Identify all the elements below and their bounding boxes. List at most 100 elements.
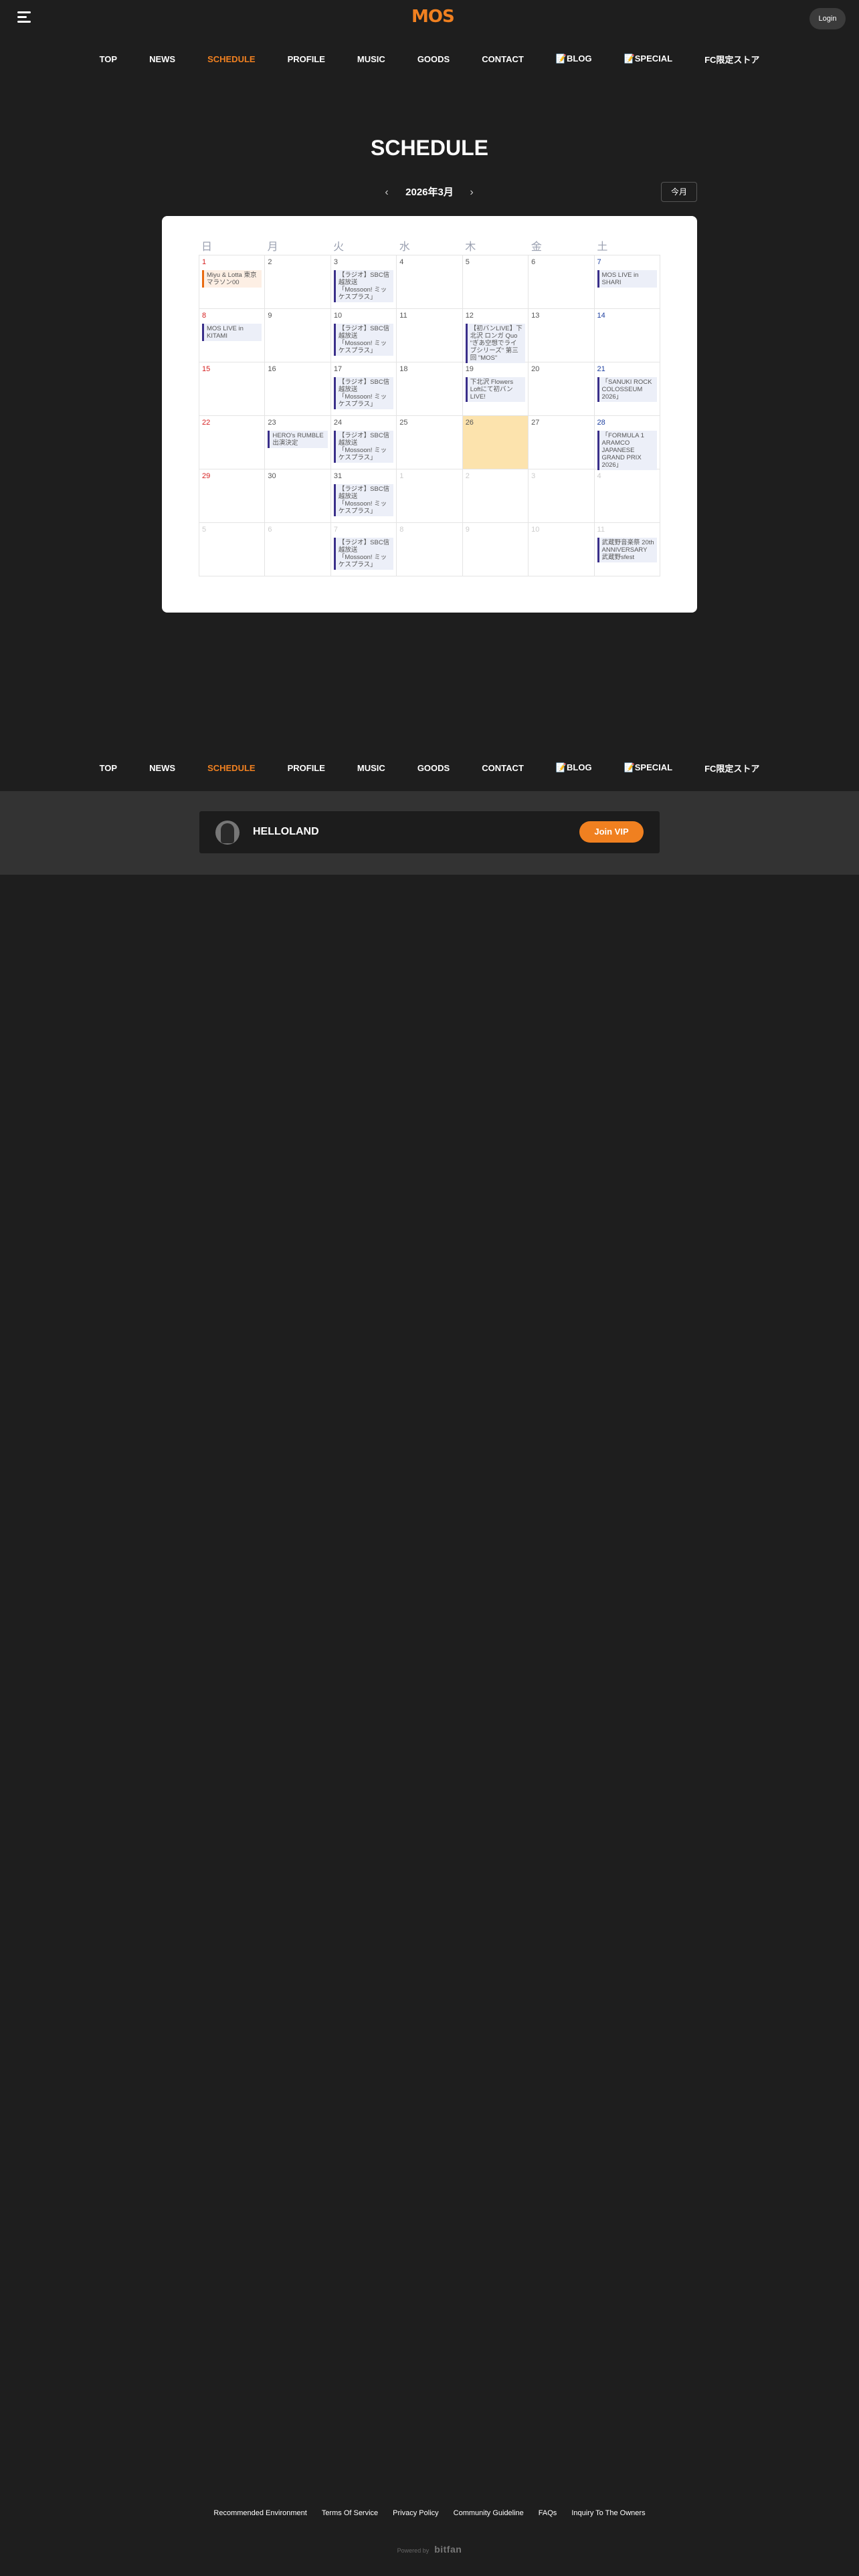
calendar-day[interactable]: 1 Miyu & Lotta 東京マラソン00 [199,255,266,309]
calendar-day[interactable]: 7 MOS LIVE in SHARI [594,255,660,309]
day-number: 8 [202,312,207,320]
nav-item-5[interactable]: GOODS [417,54,450,64]
nav-item-9[interactable]: FC限定ストア [704,53,759,66]
footer-nav: TOP NEWS SCHEDULE PROFILE MUSIC GOODS CONTACT 📝… [0,761,859,774]
prev-month-icon[interactable]: ‹ [379,185,395,201]
calendar-day[interactable]: 19 下北沢 Flowers Loftにて初バンLIVE! [462,362,529,416]
calendar-day[interactable]: 29 [199,469,266,523]
calendar-day[interactable]: 6 [529,255,595,309]
nav-item-7[interactable]: 📝BLOG [556,53,592,64]
calendar-event[interactable]: 【ラジオ】SBC信越放送「Mossoon! ミッケスプラス」 [333,431,394,463]
calendar-event[interactable]: 【ラジオ】SBC信越放送「Mossoon! ミッケスプラス」 [333,538,394,570]
calendar-day[interactable]: 2 [265,255,331,309]
day-number: 24 [333,419,343,427]
calendar-day[interactable]: 20 [529,362,595,416]
calendar-event[interactable]: 「FORMULA 1 ARAMCO JAPANESE GRAND PRIX 20… [597,431,657,470]
hamburger-menu-icon[interactable] [17,9,33,25]
calendar-event[interactable]: HERO's RUMBLE 出演決定 [268,431,328,448]
calendar-day[interactable]: 28 「FORMULA 1 ARAMCO JAPANESE GRAND PRIX … [594,416,660,470]
footer-link-5[interactable]: Inquiry To The Owners [571,2509,645,2517]
calendar-day[interactable]: 3 【ラジオ】SBC信越放送「Mossoon! ミッケスプラス」 [330,255,397,309]
nav-item-6[interactable]: CONTACT [482,54,524,64]
footer-link-2[interactable]: Privacy Policy [393,2509,438,2517]
calendar-day[interactable]: 4 [397,255,463,309]
footer-nav-item-6[interactable]: CONTACT [482,763,524,773]
calendar-day[interactable]: 17 【ラジオ】SBC信越放送「Mossoon! ミッケスプラス」 [330,362,397,416]
calendar-event[interactable]: 【ラジオ】SBC信越放送「Mossoon! ミッケスプラス」 [333,377,394,409]
calendar-day[interactable]: 14 [594,309,660,362]
calendar-day[interactable]: 8 MOS LIVE in KITAMI [199,309,266,362]
calendar-day[interactable]: 3 [529,469,595,523]
day-number: 13 [531,312,540,320]
calendar-day[interactable]: 2 [462,469,529,523]
calendar-event[interactable]: 下北沢 Flowers Loftにて初バンLIVE! [465,377,526,402]
calendar-day[interactable]: 5 [199,523,266,576]
day-number: 14 [597,312,605,320]
nav-item-2[interactable]: SCHEDULE [207,54,256,64]
calendar-day[interactable]: 30 [265,469,331,523]
calendar-day[interactable]: 24 【ラジオ】SBC信越放送「Mossoon! ミッケスプラス」 [330,416,397,469]
footer-nav-item-1[interactable]: NEWS [149,763,175,773]
calendar-event[interactable]: 【初バンLIVE】下北沢 ロンガ Quo "ぎあ空想でライブシリーズ" 第三回 … [465,324,526,363]
footer-nav-item-8[interactable]: 📝SPECIAL [624,762,673,773]
calendar-day[interactable]: 16 [265,362,331,416]
join-vip-button[interactable]: Join VIP [579,821,644,843]
calendar-day[interactable]: 5 [462,255,529,309]
nav-item-4[interactable]: MUSIC [357,54,385,64]
calendar-day[interactable]: 8 [397,523,463,576]
calendar-day[interactable]: 25 [397,416,463,469]
day-number: 5 [202,526,207,534]
nav-item-8[interactable]: 📝SPECIAL [624,53,673,64]
calendar-day[interactable]: 7 【ラジオ】SBC信越放送「Mossoon! ミッケスプラス」 [330,523,397,576]
calendar-day[interactable]: 21 「SANUKI ROCK COLOSSEUM 2026」 [594,362,660,416]
calendar-day[interactable]: 9 [265,309,331,362]
footer-link-3[interactable]: Community Guideline [454,2509,524,2517]
nav-item-1[interactable]: NEWS [149,54,175,64]
calendar-day-today[interactable]: 26 [462,416,529,469]
calendar-day[interactable]: 10 【ラジオ】SBC信越放送「Mossoon! ミッケスプラス」 [330,309,397,362]
footer-nav-item-3[interactable]: PROFILE [288,763,325,773]
calendar-day[interactable]: 4 [594,469,660,523]
calendar-event[interactable]: 「SANUKI ROCK COLOSSEUM 2026」 [597,377,657,402]
calendar-event[interactable]: 【ラジオ】SBC信越放送「Mossoon! ミッケスプラス」 [333,324,394,356]
calendar-event[interactable]: MOS LIVE in KITAMI [202,324,262,341]
next-month-icon[interactable]: › [464,185,480,201]
footer-nav-item-4[interactable]: MUSIC [357,763,385,773]
nav-item-0[interactable]: TOP [100,54,118,64]
footer-nav-item-2[interactable]: SCHEDULE [207,763,256,773]
calendar-day[interactable]: 13 [529,309,595,362]
footer-nav-item-0[interactable]: TOP [100,763,118,773]
calendar-event[interactable]: 武蔵野音楽祭 20th ANNIVERSARY 武蔵野sfest [597,538,657,562]
calendar-day[interactable]: 15 [199,362,266,416]
this-month-button[interactable]: 今月 [661,182,697,202]
calendar-day[interactable]: 31 【ラジオ】SBC信越放送「Mossoon! ミッケスプラス」 [330,469,397,523]
bitfan-logo[interactable]: bitfan [434,2544,462,2555]
site-logo[interactable]: MOS [411,7,455,27]
calendar-day[interactable]: 1 [397,469,463,523]
calendar-day[interactable]: 27 [529,416,595,469]
day-number: 23 [268,419,276,427]
footer-link-1[interactable]: Terms Of Service [322,2509,378,2517]
login-button[interactable]: Login [809,8,846,29]
footer-link-0[interactable]: Recommended Environment [213,2509,306,2517]
calendar-day[interactable]: 18 [397,362,463,416]
nav-item-3[interactable]: PROFILE [288,54,325,64]
calendar-day[interactable]: 11 武蔵野音楽祭 20th ANNIVERSARY 武蔵野sfest [594,523,660,576]
footer-link-4[interactable]: FAQs [539,2509,557,2517]
calendar-day[interactable]: 12 【初バンLIVE】下北沢 ロンガ Quo "ぎあ空想でライブシリーズ" 第三… [462,309,529,363]
calendar-day[interactable]: 22 [199,416,266,469]
calendar-day[interactable]: 6 [265,523,331,576]
calendar-event[interactable]: MOS LIVE in SHARI [597,270,657,288]
calendar-event[interactable]: Miyu & Lotta 東京マラソン00 [202,270,262,288]
day-number: 7 [597,258,601,266]
calendar-day[interactable]: 11 [397,309,463,362]
footer-nav-item-5[interactable]: GOODS [417,763,450,773]
footer-nav-item-9[interactable]: FC限定ストア [704,762,759,774]
day-number: 22 [202,419,211,427]
footer-nav-item-7[interactable]: 📝BLOG [556,762,592,773]
calendar-event[interactable]: 【ラジオ】SBC信越放送「Mossoon! ミッケスプラス」 [333,484,394,516]
calendar-day[interactable]: 23 HERO's RUMBLE 出演決定 [265,416,331,469]
calendar-day[interactable]: 9 [462,523,529,576]
calendar-day[interactable]: 10 [529,523,595,576]
calendar-event[interactable]: 【ラジオ】SBC信越放送「Mossoon! ミッケスプラス」 [333,270,394,302]
